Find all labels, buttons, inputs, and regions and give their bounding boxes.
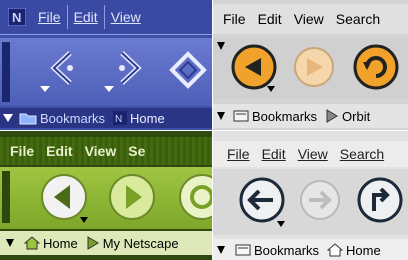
home-button[interactable]: Home <box>327 243 381 258</box>
menu-edit[interactable]: Edit <box>252 11 288 27</box>
theme-modern-panel: N File Edit View Bookmarks N Home <box>0 0 212 130</box>
forward-icon <box>109 174 155 220</box>
back-button[interactable] <box>44 48 84 88</box>
orbit-label: Orbit <box>342 108 371 124</box>
my-netscape-button[interactable]: My Netscape <box>86 236 179 251</box>
home-button[interactable]: N Home <box>113 111 165 126</box>
netscape-icon: N <box>113 111 128 125</box>
reload-icon <box>169 51 207 89</box>
back-button[interactable] <box>239 177 285 223</box>
back-icon <box>231 44 277 90</box>
netscape-icon <box>86 236 100 250</box>
personal-toolbar: Home My Netscape <box>0 231 212 255</box>
menu-search[interactable]: Se <box>122 143 151 159</box>
back-icon <box>41 174 87 220</box>
home-label: Home <box>130 110 165 126</box>
home-label: Home <box>43 235 78 251</box>
menu-view[interactable]: View <box>105 9 147 25</box>
reload-button[interactable] <box>168 50 208 90</box>
menu-file[interactable]: File <box>213 11 252 27</box>
collapse-arrow-icon[interactable] <box>6 239 14 247</box>
bookmarks-button[interactable]: Bookmarks <box>235 243 319 258</box>
collapse-arrow-icon[interactable] <box>217 112 225 120</box>
svg-text:N: N <box>115 114 122 125</box>
orbit-button[interactable]: Orbit <box>325 109 370 124</box>
personal-toolbar: Bookmarks Orbit <box>213 104 408 128</box>
menu-bar: File Edit View Se <box>0 137 212 165</box>
forward-button[interactable] <box>108 173 156 221</box>
forward-icon <box>294 47 334 87</box>
collapse-arrow-icon[interactable] <box>217 246 225 254</box>
reload-button[interactable] <box>353 44 399 90</box>
personal-toolbar: Bookmarks Home <box>213 239 408 260</box>
n-logo-icon: N <box>8 8 26 26</box>
theme-grey-panel: File Edit View Search Bookmarks Home <box>213 131 408 260</box>
home-icon <box>24 236 40 250</box>
folder-icon <box>233 110 249 122</box>
collapse-arrow-icon[interactable] <box>3 114 13 122</box>
home-icon <box>327 243 344 257</box>
back-dropdown-icon[interactable] <box>277 221 285 227</box>
menu-search[interactable]: Search <box>334 146 390 162</box>
my-netscape-label: My Netscape <box>102 235 179 251</box>
forward-icon <box>119 51 142 85</box>
reload-button[interactable] <box>357 177 403 223</box>
folder-icon <box>19 112 37 125</box>
home-button[interactable]: Home <box>24 236 78 251</box>
forward-dropdown-icon[interactable] <box>104 86 114 92</box>
theme-classic-panel: File Edit View Search Bookmarks Orbit <box>213 0 408 130</box>
forward-button[interactable] <box>108 48 148 88</box>
personal-toolbar: Bookmarks N Home <box>0 108 212 128</box>
navigation-toolbar <box>213 38 408 98</box>
bookmarks-label: Bookmarks <box>252 108 318 124</box>
reload-icon <box>357 177 403 223</box>
navigation-toolbar <box>213 169 408 235</box>
reload-icon <box>353 44 399 90</box>
menu-file[interactable]: File <box>32 9 67 25</box>
bookmarks-button[interactable]: Bookmarks <box>233 109 317 124</box>
menu-file[interactable]: File <box>213 146 256 162</box>
bookmarks-label: Bookmarks <box>254 242 320 258</box>
bookmarks-button[interactable]: Bookmarks <box>19 111 105 126</box>
bookmarks-label: Bookmarks <box>40 110 106 126</box>
reload-icon <box>179 174 212 220</box>
menu-bar: File Edit View Search <box>213 4 408 34</box>
back-button[interactable] <box>40 173 88 221</box>
svg-text:N: N <box>12 10 21 25</box>
home-label: Home <box>346 242 381 258</box>
back-dropdown-icon[interactable] <box>80 217 88 223</box>
theme-green-panel: File Edit View Se Home My Netscape <box>0 131 212 260</box>
back-icon <box>50 51 73 85</box>
folder-icon <box>235 244 251 256</box>
back-dropdown-icon[interactable] <box>40 86 50 92</box>
menu-bar: N File Edit View <box>0 0 212 35</box>
toolbar-collapse-icon[interactable] <box>217 42 225 50</box>
menu-view[interactable]: View <box>79 143 123 159</box>
back-icon <box>239 177 285 223</box>
menu-edit[interactable]: Edit <box>256 146 292 162</box>
menu-view[interactable]: View <box>288 11 330 27</box>
menu-edit[interactable]: Edit <box>68 9 104 25</box>
forward-icon <box>300 180 340 220</box>
back-dropdown-icon[interactable] <box>267 86 275 92</box>
navigation-toolbar <box>0 38 212 106</box>
orbit-icon <box>325 109 339 123</box>
menu-bar: File Edit View Search <box>213 141 408 167</box>
menu-view[interactable]: View <box>292 146 334 162</box>
forward-button[interactable] <box>299 179 341 221</box>
toolbar-grip[interactable] <box>2 171 10 223</box>
back-button[interactable] <box>231 44 277 90</box>
navigation-toolbar <box>0 167 212 229</box>
toolbar-grip[interactable] <box>2 42 10 102</box>
menu-file[interactable]: File <box>0 143 40 159</box>
reload-button[interactable] <box>178 173 212 221</box>
menu-search[interactable]: Search <box>330 11 386 27</box>
menu-edit[interactable]: Edit <box>40 143 78 159</box>
forward-button[interactable] <box>293 46 335 88</box>
